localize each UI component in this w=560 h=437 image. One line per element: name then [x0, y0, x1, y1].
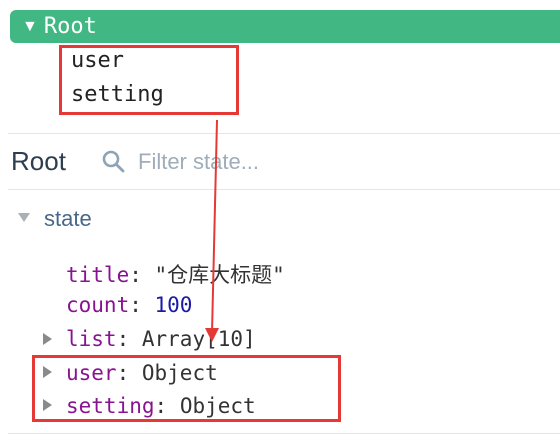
state-row-title: title: "仓库大标题" — [66, 259, 285, 289]
state-key: count — [66, 293, 130, 317]
module-item-user[interactable]: user — [71, 48, 124, 73]
search-icon — [102, 150, 125, 173]
filter-state-input[interactable] — [138, 146, 438, 178]
state-separator: : — [154, 394, 180, 418]
state-separator: : — [129, 263, 155, 287]
caret-down-icon[interactable]: ▼ — [22, 18, 38, 35]
state-row-setting[interactable]: setting: Object — [66, 394, 256, 418]
expand-caret-icon[interactable] — [43, 399, 52, 411]
state-separator: : — [116, 327, 142, 351]
state-value-string: "仓库大标题" — [154, 263, 285, 287]
state-section-label[interactable]: state — [44, 206, 92, 232]
state-separator: : — [129, 293, 155, 317]
state-row-user[interactable]: user: Object — [66, 361, 218, 385]
expand-caret-icon[interactable] — [43, 366, 52, 378]
state-separator: : — [116, 361, 142, 385]
state-value-number: 100 — [154, 293, 193, 317]
divider — [8, 133, 560, 134]
collapse-caret-icon[interactable] — [18, 213, 30, 222]
state-key: user — [66, 361, 117, 385]
expand-caret-icon[interactable] — [43, 333, 52, 345]
module-tree-root[interactable]: ▼ Root — [10, 10, 560, 43]
module-root-label: Root — [43, 14, 97, 39]
state-row-count: count: 100 — [66, 293, 192, 317]
inspector-title: Root — [11, 146, 66, 176]
state-key: title — [66, 263, 130, 287]
divider — [8, 433, 560, 434]
state-value-object: Object — [141, 361, 218, 385]
divider — [8, 189, 560, 190]
state-value-array: Array[10] — [141, 327, 256, 351]
state-row-list[interactable]: list: Array[10] — [66, 327, 256, 351]
state-value-object: Object — [179, 394, 256, 418]
module-item-setting[interactable]: setting — [71, 82, 164, 107]
state-key: setting — [66, 394, 155, 418]
state-key: list — [66, 327, 117, 351]
